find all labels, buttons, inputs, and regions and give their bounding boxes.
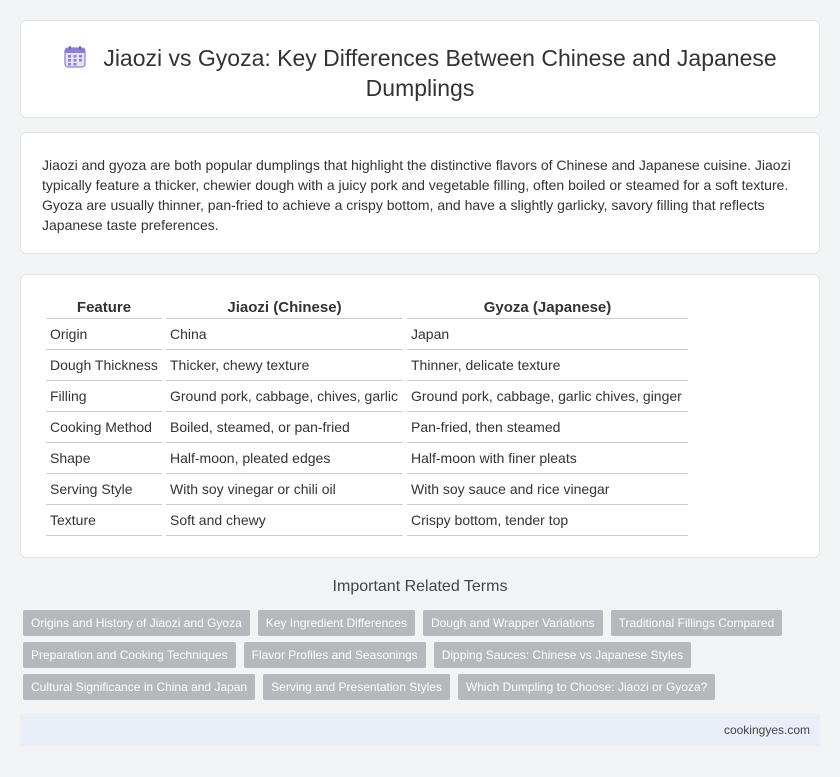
- tag-link[interactable]: Dough and Wrapper Variations: [422, 610, 603, 636]
- feature-cell: Shape: [46, 443, 162, 474]
- related-terms-tags: Origins and History of Jiaozi and Gyoza …: [23, 610, 813, 706]
- table-row: Texture Soft and chewy Crispy bottom, te…: [46, 505, 688, 536]
- tag-link[interactable]: Key Ingredient Differences: [257, 610, 415, 636]
- header-feature: Feature: [46, 295, 162, 319]
- jiaozi-cell: Soft and chewy: [166, 505, 403, 536]
- footer-site-link[interactable]: cookingyes.com: [724, 723, 810, 737]
- calendar-icon: [64, 46, 86, 68]
- table-row: Filling Ground pork, cabbage, chives, ga…: [46, 381, 688, 412]
- table-row: Cooking Method Boiled, steamed, or pan-f…: [46, 412, 688, 443]
- comparison-card: Feature Jiaozi (Chinese) Gyoza (Japanese…: [20, 274, 820, 558]
- tag-link[interactable]: Serving and Presentation Styles: [263, 674, 450, 700]
- feature-cell: Texture: [46, 505, 162, 536]
- intro-paragraph: Jiaozi and gyoza are both popular dumpli…: [42, 157, 791, 233]
- tag-link[interactable]: Origins and History of Jiaozi and Gyoza: [23, 610, 250, 636]
- feature-cell: Cooking Method: [46, 412, 162, 443]
- tag-link[interactable]: Cultural Significance in China and Japan: [23, 674, 256, 700]
- tag-link[interactable]: Which Dumpling to Choose: Jiaozi or Gyoz…: [457, 674, 716, 700]
- footer-bar: cookingyes.com: [20, 713, 820, 746]
- jiaozi-cell: Boiled, steamed, or pan-fried: [166, 412, 403, 443]
- gyoza-cell: Japan: [407, 319, 688, 350]
- gyoza-cell: With soy sauce and rice vinegar: [407, 474, 688, 505]
- gyoza-cell: Pan-fried, then steamed: [407, 412, 688, 443]
- tag-row: Preparation and Cooking Techniques Flavo…: [23, 642, 813, 668]
- tag-row: Origins and History of Jiaozi and Gyoza …: [23, 610, 813, 636]
- related-terms-title: Important Related Terms: [332, 578, 508, 595]
- table-row: Dough Thickness Thicker, chewy texture T…: [46, 350, 688, 381]
- comparison-table: Feature Jiaozi (Chinese) Gyoza (Japanese…: [42, 295, 692, 536]
- gyoza-cell: Ground pork, cabbage, garlic chives, gin…: [407, 381, 688, 412]
- header-jiaozi: Jiaozi (Chinese): [166, 295, 403, 319]
- jiaozi-cell: Ground pork, cabbage, chives, garlic: [166, 381, 403, 412]
- tag-link[interactable]: Flavor Profiles and Seasonings: [243, 642, 426, 668]
- jiaozi-cell: Half-moon, pleated edges: [166, 443, 403, 474]
- feature-cell: Origin: [46, 319, 162, 350]
- table-row: Origin China Japan: [46, 319, 688, 350]
- tag-link[interactable]: Preparation and Cooking Techniques: [23, 642, 236, 668]
- table-row: Serving Style With soy vinegar or chili …: [46, 474, 688, 505]
- header-card: Jiaozi vs Gyoza: Key Differences Between…: [20, 20, 820, 118]
- jiaozi-cell: Thicker, chewy texture: [166, 350, 403, 381]
- feature-cell: Serving Style: [46, 474, 162, 505]
- gyoza-cell: Half-moon with finer pleats: [407, 443, 688, 474]
- feature-cell: Dough Thickness: [46, 350, 162, 381]
- feature-cell: Filling: [46, 381, 162, 412]
- tag-link[interactable]: Dipping Sauces: Chinese vs Japanese Styl…: [433, 642, 692, 668]
- jiaozi-cell: China: [166, 319, 403, 350]
- gyoza-cell: Crispy bottom, tender top: [407, 505, 688, 536]
- page-title: Jiaozi vs Gyoza: Key Differences Between…: [103, 45, 777, 101]
- header-gyoza: Gyoza (Japanese): [407, 295, 688, 319]
- table-row: Shape Half-moon, pleated edges Half-moon…: [46, 443, 688, 474]
- table-header-row: Feature Jiaozi (Chinese) Gyoza (Japanese…: [46, 295, 688, 319]
- gyoza-cell: Thinner, delicate texture: [407, 350, 688, 381]
- intro-card: Jiaozi and gyoza are both popular dumpli…: [20, 132, 820, 254]
- tag-link[interactable]: Traditional Fillings Compared: [610, 610, 783, 636]
- page-title-wrapper: Jiaozi vs Gyoza: Key Differences Between…: [21, 43, 819, 103]
- tag-row: Cultural Significance in China and Japan…: [23, 674, 813, 700]
- jiaozi-cell: With soy vinegar or chili oil: [166, 474, 403, 505]
